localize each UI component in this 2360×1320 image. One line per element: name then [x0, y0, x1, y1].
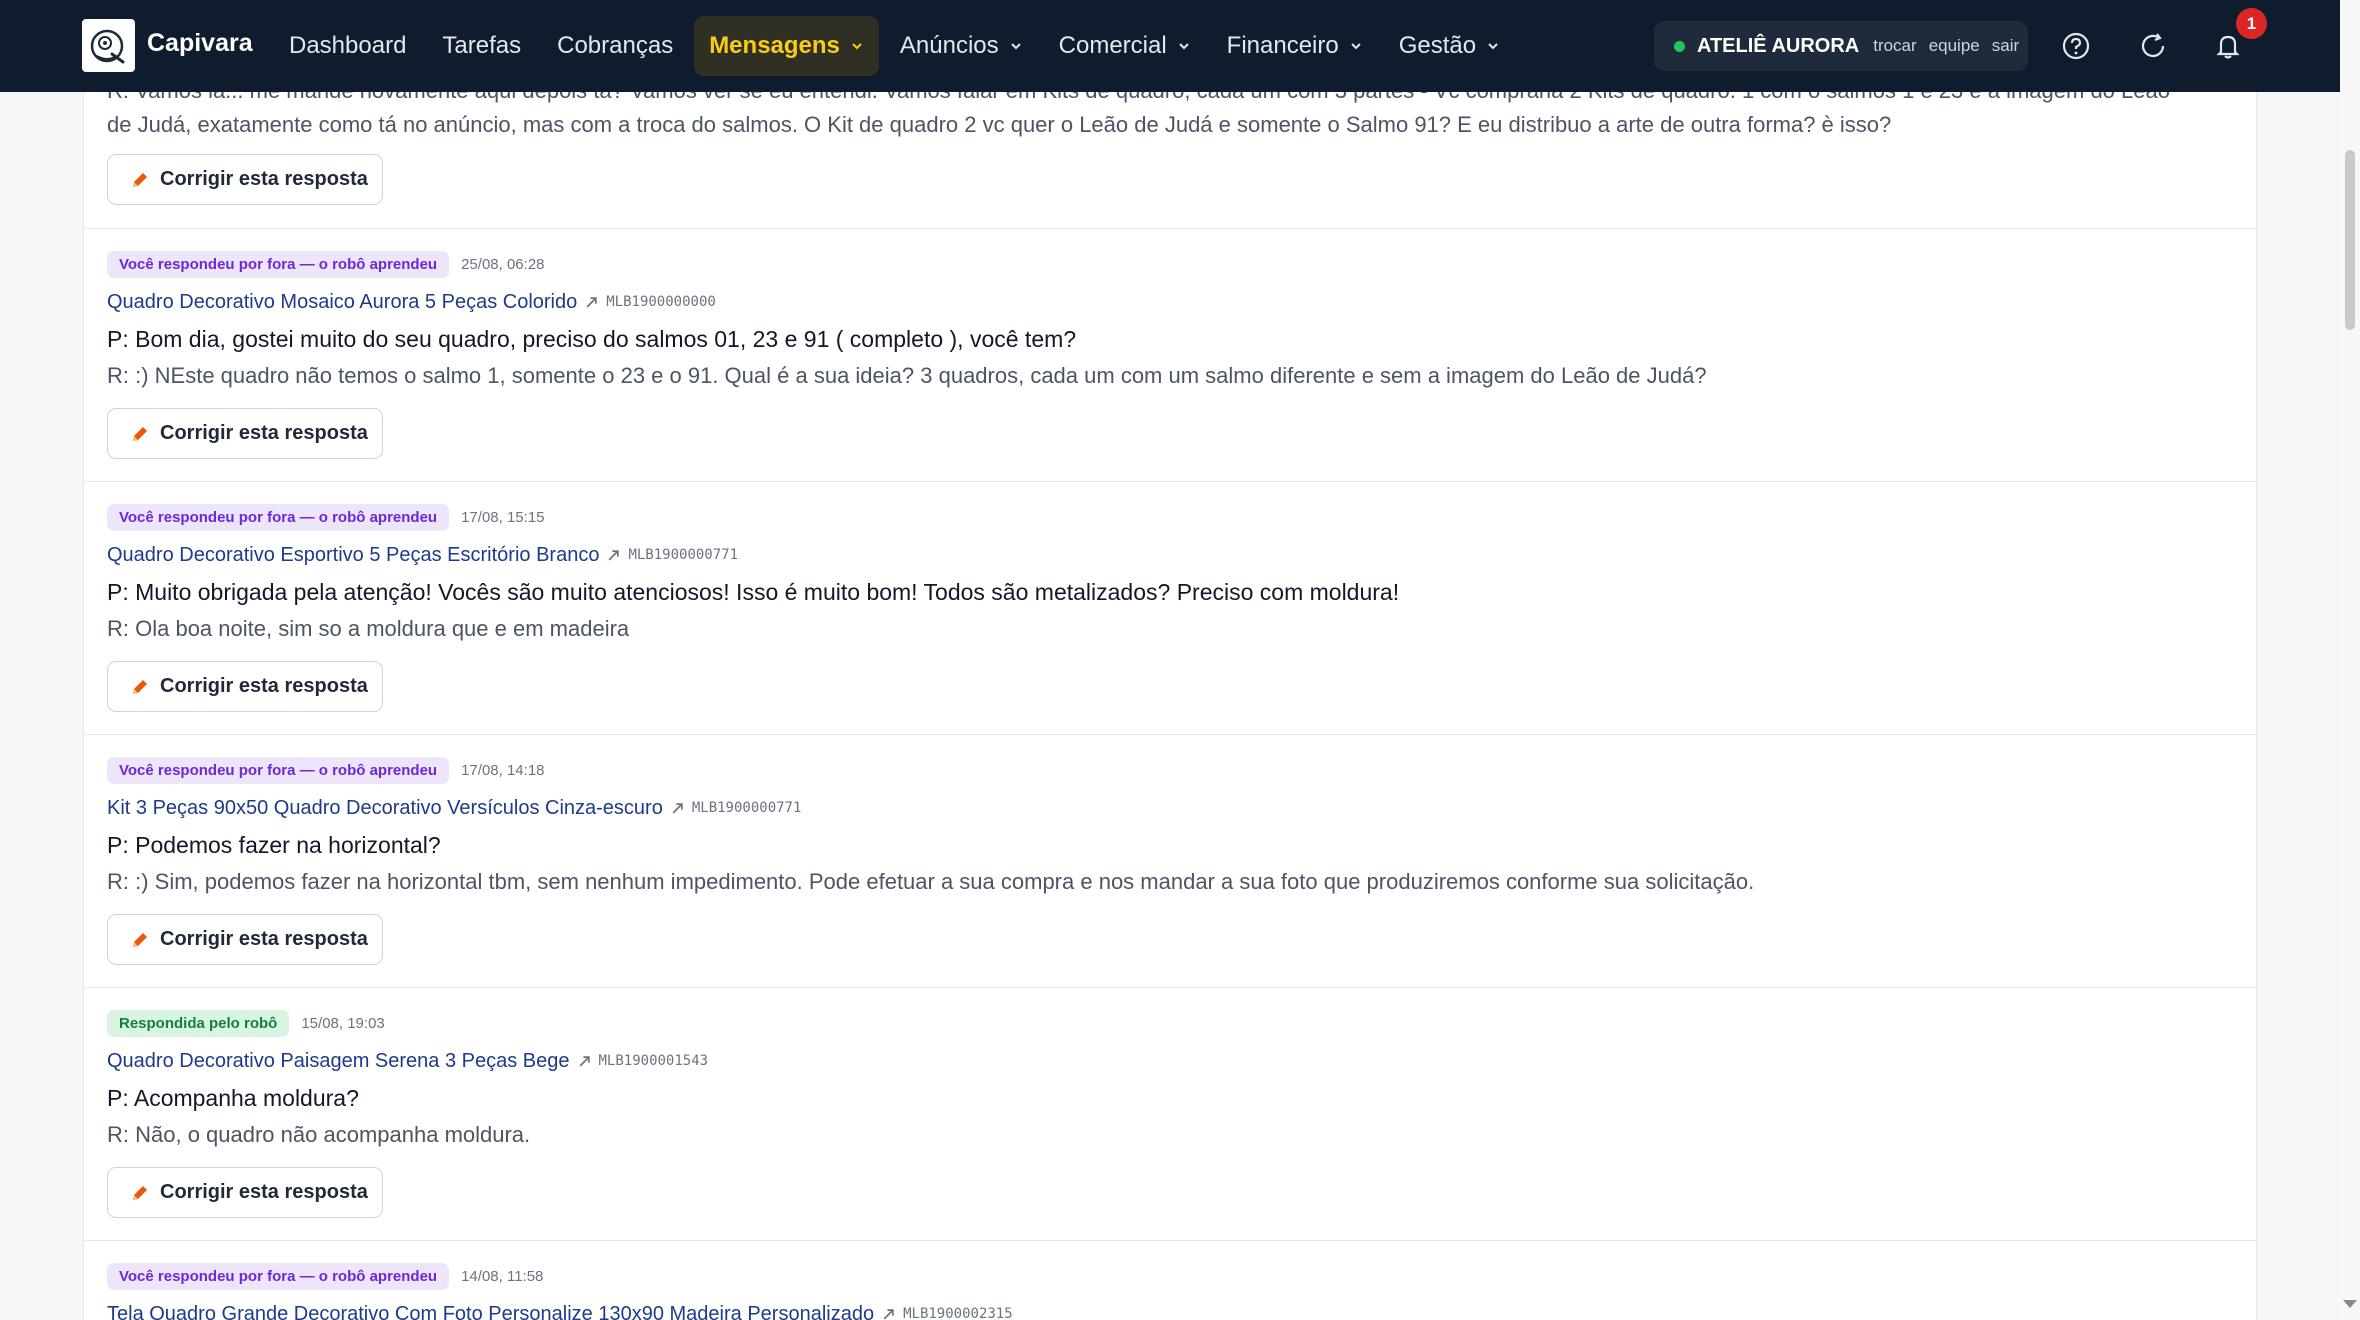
- nav-label: Mensagens: [709, 32, 840, 59]
- team-link[interactable]: equipe: [1929, 36, 1980, 56]
- fix-answer-label: Corrigir esta resposta: [160, 675, 368, 697]
- switch-workspace-link[interactable]: trocar: [1873, 36, 1916, 56]
- logo[interactable]: [82, 19, 135, 72]
- product-sku: MLB1900000771: [628, 547, 739, 563]
- workspace-name: ATELIÊ AURORA: [1697, 34, 1860, 57]
- message-item: Você respondeu por fora — o robô aprende…: [107, 755, 2227, 965]
- nav-tarefas[interactable]: Tarefas: [427, 16, 536, 76]
- message-item: Você respondeu por fora — o robô aprende…: [107, 502, 2227, 712]
- divider: [83, 481, 2257, 482]
- fix-answer-button[interactable]: Corrigir esta resposta: [107, 661, 383, 712]
- help-button[interactable]: [2055, 25, 2097, 67]
- scrollbar-thumb[interactable]: [2345, 150, 2355, 330]
- product-sku: MLB1900001543: [598, 1053, 709, 1069]
- scroll-down-arrow-icon[interactable]: [2343, 1300, 2357, 1308]
- question-text: P: Acompanha moldura?: [107, 1085, 359, 1111]
- nav-gestao[interactable]: Gestão: [1384, 16, 1515, 76]
- chevron-down-icon: [1351, 43, 1361, 50]
- status-tag: Você respondeu por fora — o robô aprende…: [107, 1262, 450, 1290]
- nav-label: Financeiro: [1226, 32, 1339, 59]
- external-link-icon[interactable]: [882, 1308, 895, 1320]
- divider: [83, 228, 2257, 229]
- message-date: 25/08, 06:28: [461, 255, 545, 273]
- refresh-icon: [2141, 33, 2165, 58]
- logout-link[interactable]: sair: [1992, 36, 2019, 56]
- message-item: Você respondeu por fora — o robô aprende…: [107, 249, 2227, 459]
- product-link[interactable]: Tela Quadro Grande Decorativo Com Foto P…: [107, 1303, 874, 1320]
- nav-financeiro[interactable]: Financeiro: [1212, 16, 1378, 76]
- nav-anuncios[interactable]: Anúncios: [885, 16, 1038, 76]
- nav-label: Comercial: [1058, 32, 1167, 59]
- chevron-down-icon: [1488, 43, 1498, 50]
- top-navbar: Capivara Dashboard Tarefas Cobranças Men…: [0, 0, 2340, 92]
- external-link-icon[interactable]: [607, 549, 620, 562]
- status-tag: Você respondeu por fora — o robô aprende…: [107, 756, 450, 784]
- external-link-icon[interactable]: [671, 802, 684, 815]
- fix-answer-button[interactable]: Corrigir esta resposta: [107, 154, 383, 205]
- nav-label: Cobranças: [557, 32, 674, 59]
- fix-answer-label: Corrigir esta resposta: [160, 168, 368, 190]
- brand-name[interactable]: Capivara: [147, 29, 253, 58]
- fix-answer-label: Corrigir esta resposta: [160, 1181, 368, 1203]
- main-nav: Dashboard Tarefas Cobranças Mensagens An…: [274, 16, 1515, 76]
- workspace-switcher: ATELIÊ AURORA trocar equipe sair: [1654, 21, 2028, 71]
- chevron-down-icon: [1010, 43, 1021, 50]
- product-sku: MLB1900000000: [606, 294, 716, 310]
- fix-answer-button[interactable]: Corrigir esta resposta: [107, 408, 383, 459]
- nav-cobrancas[interactable]: Cobranças: [542, 16, 688, 76]
- product-link[interactable]: Quadro Decorativo Esportivo 5 Peças Escr…: [107, 544, 599, 567]
- product-link[interactable]: Quadro Decorativo Paisagem Serena 3 Peça…: [107, 1050, 570, 1073]
- nav-comercial[interactable]: Comercial: [1044, 16, 1206, 76]
- product-sku: MLB1900000771: [691, 800, 802, 816]
- answer-text: R: :) Sim, podemos fazer na horizontal t…: [107, 869, 1755, 894]
- message-item: Corrigir esta resposta: [107, 135, 2227, 205]
- question-text: P: Bom dia, gostei muito do seu quadro, …: [107, 326, 1077, 352]
- product-sku: MLB1900002315: [903, 1306, 1013, 1320]
- notification-badge: 1: [2236, 8, 2267, 39]
- nav-label: Tarefas: [442, 32, 522, 59]
- fix-answer-label: Corrigir esta resposta: [160, 422, 368, 444]
- divider: [83, 1240, 2257, 1241]
- answer-text: R: :) NEste quadro não temos o salmo 1, …: [107, 363, 1707, 388]
- message-date: 15/08, 19:03: [301, 1014, 385, 1032]
- nav-mensagens[interactable]: Mensagens: [694, 16, 879, 76]
- help-circle-icon: [2062, 32, 2090, 60]
- message-date: 17/08, 14:18: [461, 761, 545, 779]
- pencil-icon: [133, 172, 147, 187]
- message-item: Você respondeu por fora — o robô aprende…: [107, 1261, 2227, 1320]
- pencil-icon: [133, 932, 147, 947]
- fix-answer-button[interactable]: Corrigir esta resposta: [107, 914, 383, 965]
- status-tag: Você respondeu por fora — o robô aprende…: [107, 250, 450, 278]
- chevron-down-icon: [1178, 43, 1189, 50]
- online-status-dot: [1674, 40, 1685, 52]
- nav-dashboard[interactable]: Dashboard: [274, 16, 421, 76]
- external-link-icon[interactable]: [578, 1055, 591, 1068]
- question-text: P: Muito obrigada pela atenção! Vocês sã…: [107, 579, 1400, 605]
- product-link[interactable]: Quadro Decorativo Mosaico Aurora 5 Peças…: [107, 291, 577, 314]
- product-link[interactable]: Kit 3 Peças 90x50 Quadro Decorativo Vers…: [107, 797, 663, 820]
- fix-answer-label: Corrigir esta resposta: [160, 928, 368, 950]
- answer-text: R: Ola boa noite, sim so a moldura que e…: [107, 616, 630, 641]
- status-tag: Você respondeu por fora — o robô aprende…: [107, 503, 450, 531]
- bell-icon: [2216, 35, 2240, 59]
- answer-text: R: Não, o quadro não acompanha moldura.: [107, 1122, 531, 1147]
- nav-label: Gestão: [1398, 32, 1477, 59]
- question-text: P: Podemos fazer na horizontal?: [107, 832, 441, 858]
- divider: [83, 987, 2257, 988]
- refresh-button[interactable]: [2132, 25, 2174, 67]
- message-date: 14/08, 11:58: [461, 1267, 544, 1285]
- divider: [83, 734, 2257, 735]
- pencil-icon: [133, 679, 147, 694]
- message-item: Respondida pelo robô 15/08, 19:03 Quadro …: [107, 1008, 2227, 1218]
- nav-label: Anúncios: [899, 32, 999, 59]
- external-link-icon[interactable]: [585, 296, 598, 309]
- chevron-down-icon: [852, 43, 862, 50]
- status-tag: Respondida pelo robô: [107, 1009, 290, 1037]
- pencil-icon: [133, 426, 147, 441]
- message-date: 17/08, 15:15: [461, 508, 545, 526]
- capybara-logo-icon: [90, 29, 124, 63]
- pencil-icon: [133, 1185, 147, 1200]
- nav-label: Dashboard: [289, 32, 407, 59]
- fix-answer-button[interactable]: Corrigir esta resposta: [107, 1167, 383, 1218]
